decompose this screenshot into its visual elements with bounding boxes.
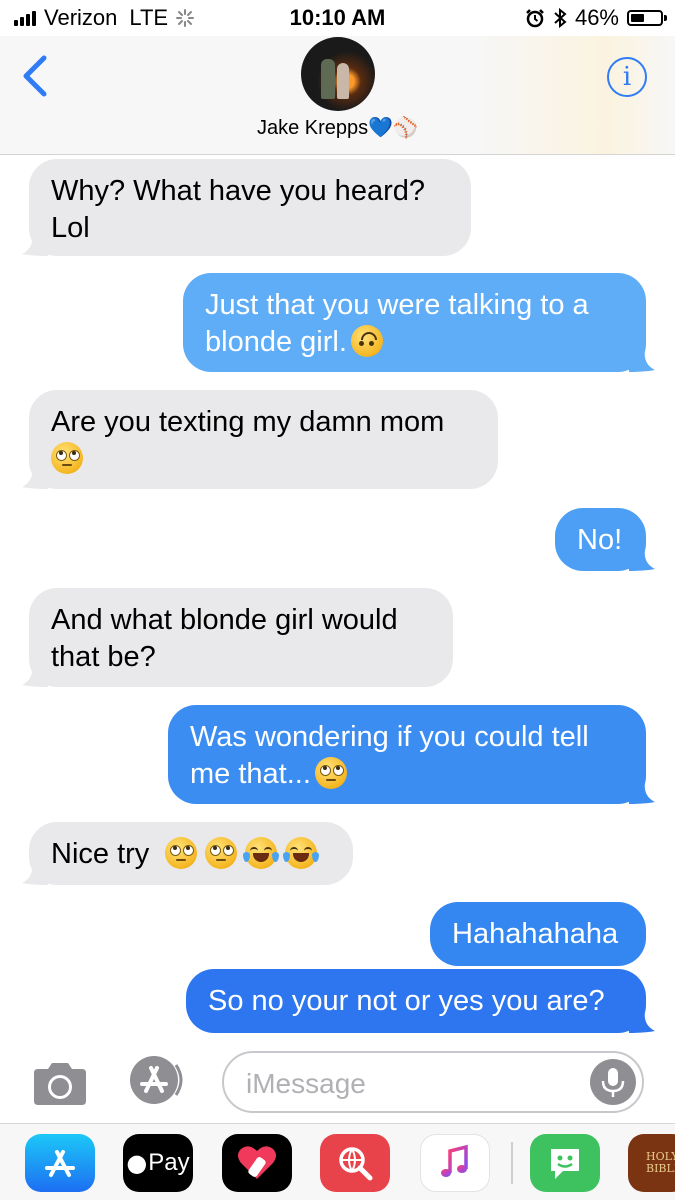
- message-outgoing[interactable]: Was wondering if you could tell me that.…: [168, 705, 655, 804]
- music-icon[interactable]: [420, 1134, 490, 1192]
- microphone-icon[interactable]: [590, 1059, 636, 1105]
- battery-fill: [631, 14, 644, 22]
- message-line: me that...: [190, 756, 624, 793]
- app-store-icon[interactable]: [126, 1055, 188, 1105]
- upside-down-face-icon: [350, 325, 383, 357]
- eye-roll-face-icon: [165, 837, 198, 869]
- message-incoming[interactable]: Why? What have you heard? Lol: [22, 159, 471, 256]
- apple-logo-icon: ●: [126, 1149, 148, 1177]
- message-bubble: No!: [555, 508, 646, 571]
- status-bar-right: 46%: [525, 5, 667, 31]
- app-drawer: ●Pay HOLY BIBLE: [0, 1123, 675, 1200]
- apple-pay-label: Pay: [148, 1149, 190, 1176]
- message-thread[interactable]: Why? What have you heard? Lol Just that …: [0, 155, 675, 1043]
- compose-bar: iMessage: [0, 1043, 675, 1123]
- web-search-icon[interactable]: [320, 1134, 390, 1192]
- tears-of-joy-face-icon: [283, 837, 320, 869]
- message-line: Lol: [51, 212, 90, 244]
- message-bubble: Just that you were talking to a blonde g…: [183, 273, 646, 372]
- eye-roll-face-icon: [205, 837, 238, 869]
- avatar-figure: [337, 63, 349, 99]
- battery-icon: [627, 10, 667, 26]
- camera-icon[interactable]: [30, 1059, 90, 1107]
- bluetooth-icon: [554, 8, 567, 28]
- message-incoming[interactable]: Are you texting my damn mom: [22, 390, 498, 489]
- message-incoming[interactable]: And what blonde girl would that be?: [22, 588, 453, 687]
- bible-icon[interactable]: HOLY BIBLE: [628, 1134, 675, 1192]
- contact-name[interactable]: Jake Krepps💙⚾: [0, 115, 675, 140]
- message-line: Hahahahaha: [452, 918, 619, 950]
- message-bubble: Hahahahaha: [430, 902, 646, 966]
- avatar-figure: [321, 59, 335, 99]
- message-line: blonde girl.: [205, 324, 624, 361]
- conversation-header: Jake Krepps💙⚾ i: [0, 36, 675, 155]
- contact-avatar[interactable]: [301, 37, 375, 111]
- message-line: Was wondering if you could tell: [190, 721, 589, 753]
- message-bubble: Are you texting my damn mom: [29, 390, 498, 489]
- message-input[interactable]: iMessage: [222, 1051, 644, 1113]
- app-store-icon[interactable]: [25, 1134, 95, 1192]
- drawer-divider: [511, 1142, 513, 1184]
- message-outgoing[interactable]: No!: [555, 508, 655, 571]
- message-line: And what blonde girl would: [51, 604, 398, 636]
- eye-roll-face-icon: [314, 757, 347, 789]
- message-text: me that...: [190, 758, 311, 790]
- info-icon[interactable]: i: [607, 57, 647, 97]
- message-line: that be?: [51, 641, 156, 673]
- alarm-icon: [526, 9, 544, 28]
- message-input-placeholder: iMessage: [246, 1068, 366, 1099]
- digital-touch-icon[interactable]: [222, 1134, 292, 1192]
- message-outgoing[interactable]: Hahahahaha: [430, 902, 646, 966]
- message-bubble: Nice try: [29, 822, 353, 885]
- bible-label: HOLY BIBLE: [646, 1150, 675, 1175]
- message-outgoing[interactable]: Just that you were talking to a blonde g…: [183, 273, 655, 372]
- back-chevron-icon[interactable]: [18, 54, 54, 98]
- message-line: Why? What have you heard?: [51, 175, 425, 207]
- message-bubble: And what blonde girl would that be?: [29, 588, 453, 687]
- eye-roll-face-icon: [51, 442, 83, 474]
- status-bar: Verizon LTE 10:10 AM 46%: [0, 0, 675, 36]
- apple-pay-icon[interactable]: ● Pay: [123, 1134, 193, 1192]
- bitmoji-icon[interactable]: [530, 1134, 600, 1192]
- message-line: Are you texting my damn mom: [51, 406, 445, 438]
- message-text: blonde girl.: [205, 326, 347, 358]
- message-bubble: Was wondering if you could tell me that.…: [168, 705, 646, 804]
- message-line: [51, 441, 476, 478]
- message-outgoing[interactable]: So no your not or yes you are?: [186, 969, 655, 1033]
- message-line: Just that you were talking to a: [205, 289, 589, 321]
- tears-of-joy-face-icon: [243, 837, 280, 869]
- message-text: Nice try: [51, 838, 150, 870]
- message-bubble: Why? What have you heard? Lol: [29, 159, 471, 256]
- message-bubble: So no your not or yes you are?: [186, 969, 646, 1033]
- message-line: So no your not or yes you are?: [208, 985, 605, 1017]
- message-incoming[interactable]: Nice try: [22, 822, 353, 885]
- battery-percent: 46%: [574, 5, 619, 30]
- message-line: No!: [577, 524, 623, 556]
